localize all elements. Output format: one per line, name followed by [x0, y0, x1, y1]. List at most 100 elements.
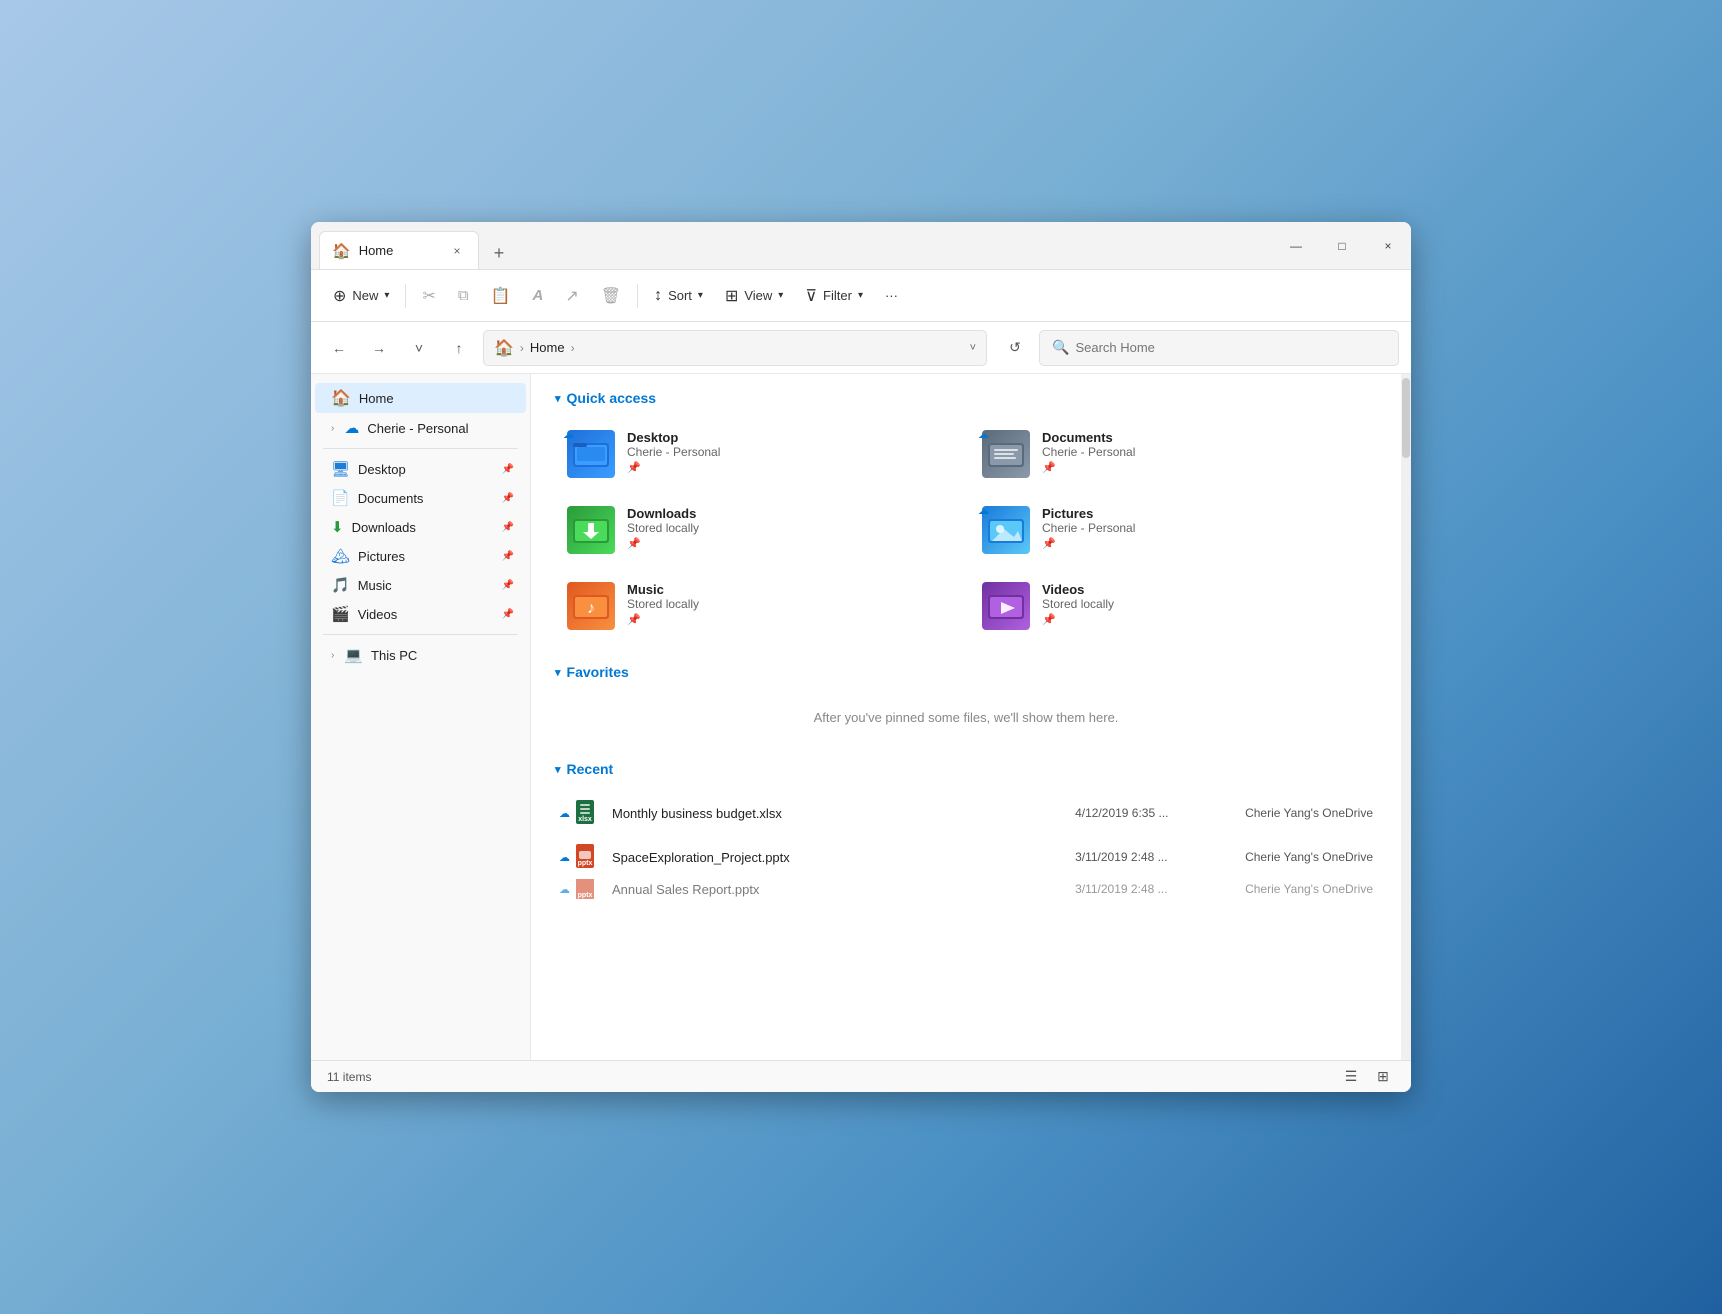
back-button[interactable]: ←	[323, 332, 355, 364]
toolbar-separator-1	[405, 284, 406, 308]
refresh-button[interactable]: ↺	[999, 332, 1031, 364]
documents-item-info: Documents Cherie - Personal 📌	[1042, 430, 1135, 474]
cut-icon: ✂	[422, 286, 435, 306]
recent-item-1-name: SpaceExploration_Project.pptx	[612, 850, 1065, 865]
cut-button[interactable]: ✂	[412, 280, 445, 312]
sidebar-item-home[interactable]: 🏠 Home	[315, 383, 526, 413]
new-button[interactable]: ⊕ New ▾	[323, 280, 399, 312]
more-icon: ···	[885, 288, 898, 303]
favorites-header[interactable]: ▾ Favorites	[555, 664, 1377, 680]
recent-item-0-date: 4/12/2019 6:35 ...	[1075, 806, 1235, 820]
sidebar-item-videos[interactable]: 🎬 Videos 📌	[315, 600, 526, 628]
status-bar: 11 items ☰ ⊞	[311, 1060, 1411, 1092]
share-icon: ↗	[565, 286, 578, 306]
documents-icon: 📄	[331, 489, 350, 507]
breadcrumb-home: Home	[530, 340, 565, 355]
videos-pin: 📌	[1042, 613, 1114, 626]
qa-item-documents[interactable]: ☁ Documents Cherie - Personal 📌	[970, 420, 1377, 488]
grid-view-button[interactable]: ⊞	[1371, 1065, 1395, 1089]
close-button[interactable]: ×	[1365, 222, 1411, 269]
recent-item-1[interactable]: ☁ pptx SpaceExploration_Project.pptx 3/1…	[555, 835, 1377, 879]
quick-access-label: Quick access	[567, 390, 657, 406]
address-box[interactable]: 🏠 › Home › ˅	[483, 330, 987, 366]
sidebar-item-downloads[interactable]: ⬇ Downloads 📌	[315, 513, 526, 541]
sidebar-item-pictures[interactable]: 🏔 Pictures 📌	[315, 542, 526, 570]
search-icon: 🔍	[1052, 339, 1069, 356]
toolbar-separator-2	[637, 284, 638, 308]
sidebar-item-onedrive[interactable]: › ☁ Cherie - Personal	[315, 414, 526, 442]
desktop-folder-icon	[567, 430, 615, 478]
scrollbar-track[interactable]	[1401, 374, 1411, 1060]
documents-pin: 📌	[1042, 461, 1135, 474]
scrollbar-thumb[interactable]	[1402, 378, 1410, 458]
copy-button[interactable]: ⧉	[448, 281, 479, 310]
forward-button[interactable]: →	[363, 332, 395, 364]
downloads-item-name: Downloads	[627, 506, 699, 521]
sidebar: 🏠 Home › ☁ Cherie - Personal 🖥 Desktop 📌…	[311, 374, 531, 1060]
breadcrumb-separator-2: ›	[571, 341, 575, 355]
recent-item-2[interactable]: ☁ pptx Annual Sales Report.pptx 3/11/201…	[555, 879, 1377, 899]
copy-icon: ⧉	[458, 287, 469, 304]
thispc-expand-icon: ›	[331, 650, 334, 661]
search-input[interactable]	[1075, 340, 1386, 355]
up-button[interactable]: ↑	[443, 332, 475, 364]
delete-button[interactable]: 🗑	[591, 280, 631, 312]
sidebar-item-thispc[interactable]: › 💻 This PC	[315, 641, 526, 669]
content-wrap: ▾ Quick access ☁ Desktop	[531, 374, 1411, 1060]
sidebar-item-desktop[interactable]: 🖥 Desktop 📌	[315, 455, 526, 483]
recent-item-0-location: Cherie Yang's OneDrive	[1245, 806, 1373, 820]
more-button[interactable]: ···	[875, 282, 908, 309]
desktop-pin: 📌	[627, 461, 720, 474]
videos-folder-icon	[982, 582, 1030, 630]
pictures-folder-icon	[982, 506, 1030, 554]
filter-icon: ⊽	[805, 286, 817, 306]
view-icon: ⊞	[725, 286, 738, 306]
content-area: ▾ Quick access ☁ Desktop	[531, 374, 1401, 1060]
music-pin: 📌	[627, 613, 699, 626]
svg-text:pptx: pptx	[578, 860, 593, 867]
tab-area: 🏠 Home × +	[311, 222, 519, 269]
qa-item-videos[interactable]: Videos Stored locally 📌	[970, 572, 1377, 640]
desktop-icon: 🖥	[331, 460, 350, 478]
sidebar-desktop-label: Desktop	[358, 462, 494, 477]
share-button[interactable]: ↗	[555, 280, 588, 312]
sort-label: Sort	[668, 288, 692, 303]
qa-item-downloads[interactable]: Downloads Stored locally 📌	[555, 496, 962, 564]
recent-chevron-icon: ▾	[555, 763, 561, 776]
svg-text:♪: ♪	[587, 600, 595, 617]
quick-access-grid: ☁ Desktop Cherie - Personal 📌	[555, 420, 1377, 640]
recent-locations-button[interactable]: ˅	[403, 332, 435, 364]
new-label: New	[352, 288, 378, 303]
sidebar-item-music[interactable]: 🎵 Music 📌	[315, 571, 526, 599]
qa-item-pictures[interactable]: ☁ Pictures Cherie - Personal 📌	[970, 496, 1377, 564]
list-view-button[interactable]: ☰	[1339, 1065, 1363, 1089]
svg-text:xlsx: xlsx	[578, 816, 592, 823]
desktop-item-name: Desktop	[627, 430, 720, 445]
new-tab-button[interactable]: +	[483, 237, 515, 269]
videos-item-sub: Stored locally	[1042, 597, 1114, 611]
filter-button[interactable]: ⊽ Filter ▾	[795, 280, 873, 312]
qa-item-music[interactable]: ♪ Music Stored locally 📌	[555, 572, 962, 640]
qa-item-desktop[interactable]: ☁ Desktop Cherie - Personal 📌	[555, 420, 962, 488]
tab-home-icon: 🏠	[332, 242, 351, 260]
quick-access-header[interactable]: ▾ Quick access	[555, 390, 1377, 406]
rename-button[interactable]: A	[523, 281, 554, 310]
search-box[interactable]: 🔍	[1039, 330, 1399, 366]
filter-caret-icon: ▾	[858, 290, 863, 301]
sidebar-item-documents[interactable]: 📄 Documents 📌	[315, 484, 526, 512]
tab-close-button[interactable]: ×	[448, 242, 466, 260]
recent-header[interactable]: ▾ Recent	[555, 761, 1377, 777]
paste-button[interactable]: 📋	[481, 280, 521, 312]
maximize-button[interactable]: □	[1319, 222, 1365, 269]
address-chevron-icon: ˅	[970, 342, 976, 354]
recent-item-0[interactable]: ☁ xlsx Monthly business budget.xlsx 4/12…	[555, 791, 1377, 835]
music-folder-icon: ♪	[567, 582, 615, 630]
downloads-folder-icon	[567, 506, 615, 554]
recent-item-1-location: Cherie Yang's OneDrive	[1245, 850, 1373, 864]
view-button[interactable]: ⊞ View ▾	[715, 280, 793, 312]
favorites-chevron-icon: ▾	[555, 666, 561, 679]
minimize-button[interactable]: —	[1273, 222, 1319, 269]
home-tab[interactable]: 🏠 Home ×	[319, 231, 479, 269]
tab-home-label: Home	[359, 243, 394, 258]
sort-button[interactable]: ↕ Sort ▾	[644, 281, 713, 311]
